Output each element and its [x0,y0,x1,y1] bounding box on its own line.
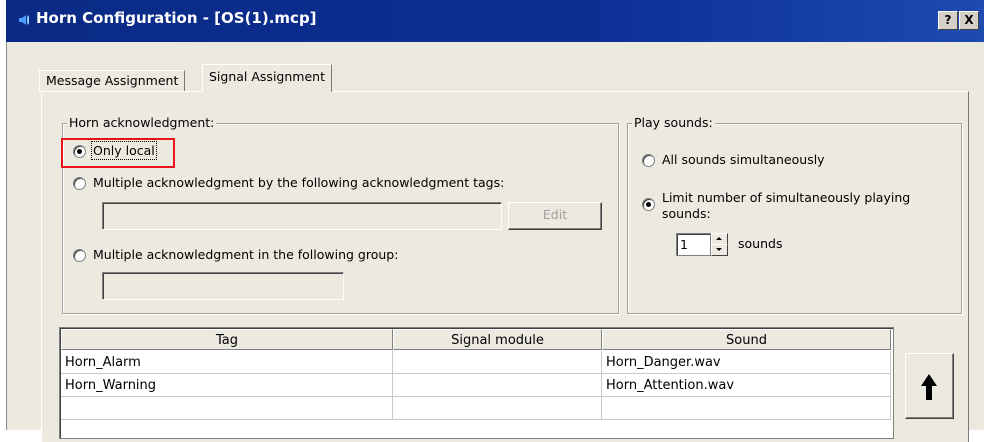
table-cell-sound[interactable] [602,397,891,420]
radio-button[interactable] [642,198,655,211]
table-cell-sound[interactable]: Horn_Attention.wav [602,374,891,397]
ack-tags-field[interactable] [102,202,502,230]
sound-limit-input[interactable]: 1 [676,233,711,256]
close-button[interactable]: X [959,11,979,30]
column-header-sound[interactable]: Sound [602,329,891,350]
radio-button[interactable] [642,154,655,167]
radio-label: Multiple acknowledgment in the following… [93,247,399,262]
horn-ack-legend: Horn acknowledgment: [67,115,217,130]
column-header-signal-module[interactable]: Signal module [393,329,602,350]
title-bar: Horn Configuration - [OS(1).mcp] ? X [6,0,984,42]
column-header-tag[interactable]: Tag [61,329,393,350]
table-cell-tag[interactable]: Horn_Alarm [61,351,393,374]
radio-button[interactable] [73,177,86,190]
table-cell-signal-module[interactable] [393,374,602,397]
table-cell-tag[interactable]: Horn_Warning [61,374,393,397]
ack-group-field[interactable] [102,272,344,300]
edit-button[interactable]: Edit [508,202,602,230]
table-cell-sound[interactable]: Horn_Danger.wav [602,351,891,374]
table-cell-signal-module[interactable] [393,397,602,420]
radio-button[interactable] [73,249,86,262]
speaker-icon [19,15,29,25]
move-up-button[interactable] [905,353,954,419]
radio-label: All sounds simultaneously [662,152,825,167]
signal-table[interactable]: Tag Signal module Sound Horn_Alarm Horn_… [59,327,894,439]
highlight-box [61,138,175,168]
radio-label: Multiple acknowledgment by the following… [93,175,505,190]
table-cell-signal-module[interactable] [393,351,602,374]
tab-message-assignment[interactable]: Message Assignment [39,70,186,91]
help-button[interactable]: ? [938,11,958,30]
sound-limit-spinner[interactable] [711,233,728,256]
play-sounds-legend: Play sounds: [632,115,715,130]
arrow-up-icon [921,374,937,400]
table-cell-tag[interactable] [61,397,393,420]
window-title: Horn Configuration - [OS(1).mcp] [36,9,317,27]
sounds-unit-label: sounds [738,236,783,251]
radio-label: Limit number of simultaneously playing s… [662,190,911,221]
tab-signal-assignment[interactable]: Signal Assignment [202,64,332,92]
spin-down-icon[interactable] [711,244,728,256]
